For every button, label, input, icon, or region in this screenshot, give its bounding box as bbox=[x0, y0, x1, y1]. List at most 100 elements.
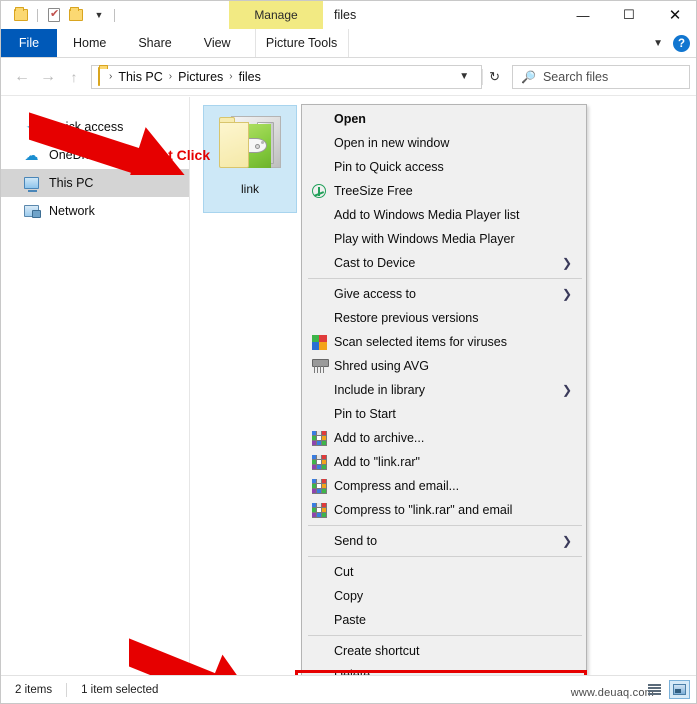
window-title-text: files bbox=[334, 8, 357, 22]
menu-item-give-access-to[interactable]: Give access to ❯ bbox=[302, 282, 586, 306]
divider bbox=[114, 8, 115, 22]
arrow-left-icon: ← bbox=[14, 67, 30, 85]
tab-share-label: Share bbox=[138, 36, 172, 50]
sidebar-item-this-pc[interactable]: This PC bbox=[1, 169, 189, 197]
tab-home[interactable]: Home bbox=[57, 29, 122, 57]
tab-picture-tools[interactable]: Picture Tools bbox=[254, 29, 349, 57]
status-bar: 2 items 1 item selected www.deuaq.com bbox=[1, 675, 696, 703]
maximize-icon: ☐ bbox=[623, 7, 635, 22]
close-button[interactable]: ✕ bbox=[652, 1, 696, 29]
winrar-icon bbox=[308, 453, 330, 471]
breadcrumb-separator: › bbox=[229, 71, 233, 82]
menu-separator bbox=[308, 278, 582, 279]
menu-item-copy[interactable]: Copy bbox=[302, 584, 586, 608]
divider bbox=[37, 8, 38, 22]
search-input[interactable]: 🔍 Search files bbox=[512, 64, 690, 89]
file-item-label: link bbox=[240, 182, 259, 196]
menu-icon-placeholder bbox=[308, 158, 330, 176]
breadcrumb-item-this-pc[interactable]: This PC bbox=[115, 70, 165, 84]
chevron-down-icon[interactable]: ▼ bbox=[653, 38, 663, 49]
menu-item-treesize-free[interactable]: TreeSize Free bbox=[302, 179, 586, 203]
menu-item-open[interactable]: Open bbox=[302, 107, 586, 131]
menu-item-play-with-wmp[interactable]: Play with Windows Media Player bbox=[302, 227, 586, 251]
winrar-icon bbox=[308, 429, 330, 447]
menu-item-compress-and-email[interactable]: Compress and email... bbox=[302, 474, 586, 498]
watermark: www.deuaq.com bbox=[570, 687, 654, 699]
address-input[interactable]: › This PC › Pictures › files ▼ bbox=[91, 64, 483, 89]
menu-icon-placeholder bbox=[308, 309, 330, 327]
context-menu: Open Open in new window Pin to Quick acc… bbox=[301, 104, 587, 703]
details-view-icon[interactable] bbox=[644, 680, 665, 699]
file-explorer-window: ▼ Manage files — ☐ ✕ File Home Share Vie… bbox=[0, 0, 697, 704]
cloud-icon: ☁ bbox=[24, 146, 39, 163]
back-button[interactable]: ← bbox=[9, 64, 35, 90]
menu-item-cut[interactable]: Cut bbox=[302, 560, 586, 584]
menu-item-label: Pin to Start bbox=[334, 407, 396, 421]
help-icon[interactable]: ? bbox=[673, 35, 690, 52]
menu-item-label: Add to "link.rar" bbox=[334, 455, 420, 469]
menu-item-cast-to-device[interactable]: Cast to Device ❯ bbox=[302, 251, 586, 275]
menu-item-scan-for-viruses[interactable]: Scan selected items for viruses bbox=[302, 330, 586, 354]
folder-icon[interactable] bbox=[10, 4, 32, 26]
divider bbox=[66, 682, 68, 697]
search-icon: 🔍 bbox=[521, 69, 536, 84]
menu-item-pin-to-start[interactable]: Pin to Start bbox=[302, 402, 586, 426]
menu-item-create-shortcut[interactable]: Create shortcut bbox=[302, 639, 586, 663]
menu-icon-placeholder bbox=[308, 532, 330, 550]
menu-item-label: Paste bbox=[334, 613, 366, 627]
tab-file[interactable]: File bbox=[1, 29, 57, 57]
menu-item-pin-to-quick-access[interactable]: Pin to Quick access bbox=[302, 155, 586, 179]
large-icons-view-icon[interactable] bbox=[669, 680, 690, 699]
up-button[interactable]: ↑ bbox=[61, 64, 87, 90]
contextual-tab-manage[interactable]: Manage bbox=[229, 1, 323, 29]
view-toggle-group bbox=[644, 680, 690, 699]
minimize-icon: — bbox=[576, 7, 590, 23]
menu-item-send-to[interactable]: Send to ❯ bbox=[302, 529, 586, 553]
menu-item-label: TreeSize Free bbox=[334, 184, 413, 198]
quick-access-toolbar: ▼ bbox=[1, 4, 120, 26]
ribbon-tab-bar: File Home Share View Picture Tools bbox=[1, 29, 696, 58]
sidebar-item-network[interactable]: Network bbox=[1, 197, 189, 225]
chevron-down-icon[interactable]: ▼ bbox=[451, 71, 477, 82]
menu-item-paste[interactable]: Paste bbox=[302, 608, 586, 632]
help-label: ? bbox=[677, 37, 686, 50]
menu-icon-placeholder bbox=[308, 206, 330, 224]
status-item-count: 2 items bbox=[15, 683, 53, 696]
menu-item-add-to-wmp-list[interactable]: Add to Windows Media Player list bbox=[302, 203, 586, 227]
star-icon: ✦ bbox=[25, 118, 38, 135]
menu-separator bbox=[308, 635, 582, 636]
file-item-link[interactable]: link bbox=[203, 105, 297, 213]
menu-icon-placeholder bbox=[308, 405, 330, 423]
folder-icon[interactable] bbox=[65, 4, 87, 26]
sidebar-item-label: Quick access bbox=[49, 120, 124, 134]
maximize-button[interactable]: ☐ bbox=[606, 1, 652, 29]
breadcrumb-separator: › bbox=[109, 71, 113, 82]
menu-item-include-in-library[interactable]: Include in library ❯ bbox=[302, 378, 586, 402]
menu-item-label: Compress to "link.rar" and email bbox=[334, 503, 513, 517]
menu-item-add-to-archive[interactable]: Add to archive... bbox=[302, 426, 586, 450]
menu-icon-placeholder bbox=[308, 230, 330, 248]
menu-item-restore-previous-versions[interactable]: Restore previous versions bbox=[302, 306, 586, 330]
tab-view[interactable]: View bbox=[188, 29, 247, 57]
chevron-right-icon: ❯ bbox=[561, 287, 572, 301]
minimize-button[interactable]: — bbox=[560, 1, 606, 29]
chevron-down-icon[interactable]: ▼ bbox=[87, 4, 109, 26]
menu-item-open-in-new-window[interactable]: Open in new window bbox=[302, 131, 586, 155]
arrow-up-icon: ↑ bbox=[70, 68, 78, 85]
breadcrumb: › This PC › Pictures › files bbox=[106, 70, 451, 84]
computer-icon bbox=[23, 175, 40, 192]
tab-share[interactable]: Share bbox=[122, 29, 187, 57]
menu-item-shred-using-avg[interactable]: Shred using AVG bbox=[302, 354, 586, 378]
breadcrumb-item-pictures[interactable]: Pictures bbox=[175, 70, 226, 84]
menu-item-label: Cast to Device bbox=[334, 256, 416, 270]
forward-button[interactable]: → bbox=[35, 64, 61, 90]
menu-item-compress-to-link-rar-and-email[interactable]: Compress to "link.rar" and email bbox=[302, 498, 586, 522]
sidebar-item-quick-access[interactable]: ✦ Quick access bbox=[1, 113, 189, 141]
refresh-icon[interactable]: ↻ bbox=[482, 68, 506, 85]
breadcrumb-separator: › bbox=[168, 71, 173, 82]
menu-item-label: Scan selected items for viruses bbox=[334, 335, 507, 349]
menu-item-label: Give access to bbox=[334, 287, 416, 301]
properties-icon[interactable] bbox=[43, 4, 65, 26]
breadcrumb-item-files[interactable]: files bbox=[236, 70, 264, 84]
menu-item-add-to-link-rar[interactable]: Add to "link.rar" bbox=[302, 450, 586, 474]
